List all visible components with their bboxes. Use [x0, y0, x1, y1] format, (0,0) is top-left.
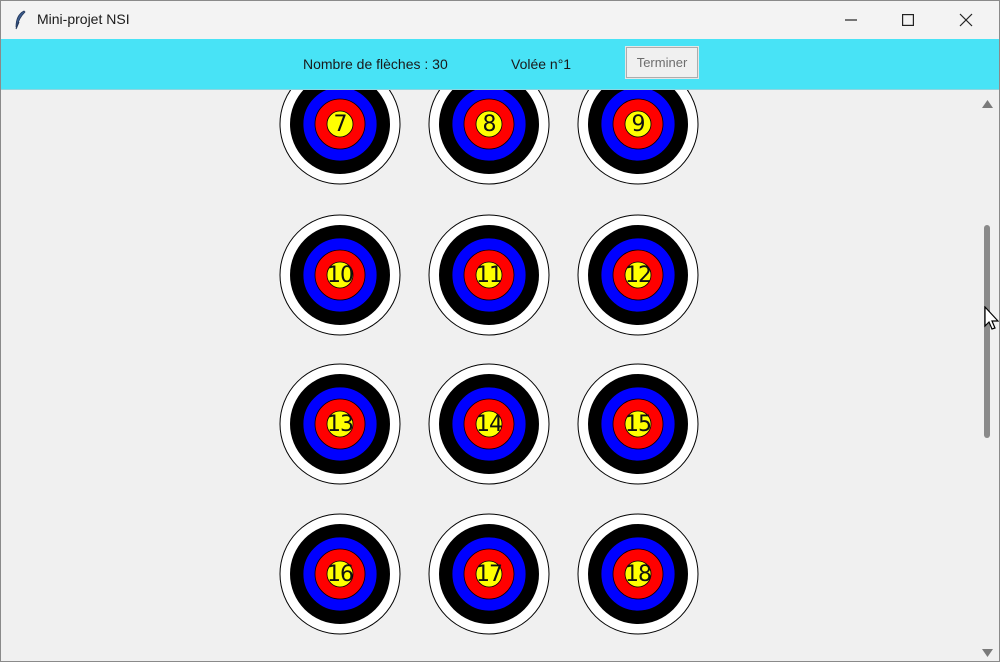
target-number-label: 8	[482, 111, 497, 137]
feather-icon	[13, 10, 27, 30]
close-button[interactable]	[943, 1, 989, 39]
volley-label: Volée n°1	[511, 56, 572, 72]
target-number-label: 12	[625, 262, 652, 288]
arrow-count-label: Nombre de flèches : 30	[303, 56, 448, 72]
target-number-label: 18	[625, 561, 652, 587]
archery-target[interactable]: 9	[577, 90, 699, 185]
maximize-icon	[902, 14, 914, 26]
vertical-scrollbar[interactable]	[977, 90, 999, 661]
archery-target[interactable]: 16	[279, 513, 401, 635]
target-number-label: 11	[476, 262, 503, 288]
target-number-label: 17	[476, 561, 503, 587]
scroll-up-arrow-icon[interactable]	[982, 95, 993, 113]
archery-target[interactable]: 10	[279, 214, 401, 336]
archery-target[interactable]: 11	[428, 214, 550, 336]
toolbar: Nombre de flèches : 30 Volée n°1 Termine…	[1, 39, 999, 90]
archery-target[interactable]: 8	[428, 90, 550, 185]
archery-target[interactable]: 13	[279, 363, 401, 485]
target-number-label: 13	[327, 411, 354, 437]
app-window: Mini-projet NSI Nombre de flèches : 30 V…	[0, 0, 1000, 662]
target-number-label: 15	[625, 411, 652, 437]
archery-target[interactable]: 18	[577, 513, 699, 635]
maximize-button[interactable]	[885, 1, 931, 39]
target-number-label: 7	[333, 111, 348, 137]
target-number-label: 10	[327, 262, 354, 288]
targets-canvas[interactable]: 7 8 9 10 11 12 13 14 15 16 17 18	[1, 90, 977, 661]
archery-target[interactable]: 7	[279, 90, 401, 185]
archery-target[interactable]: 14	[428, 363, 550, 485]
target-number-label: 9	[631, 111, 646, 137]
minimize-button[interactable]	[828, 1, 874, 39]
archery-target[interactable]: 15	[577, 363, 699, 485]
archery-target[interactable]: 12	[577, 214, 699, 336]
scroll-down-arrow-icon[interactable]	[982, 644, 993, 661]
archery-target[interactable]: 17	[428, 513, 550, 635]
title-bar[interactable]: Mini-projet NSI	[1, 1, 999, 39]
target-number-label: 16	[327, 561, 354, 587]
minimize-icon	[845, 14, 857, 26]
window-title: Mini-projet NSI	[37, 11, 130, 27]
target-number-label: 14	[476, 411, 503, 437]
mouse-cursor-icon	[984, 305, 999, 335]
finish-button[interactable]: Terminer	[625, 46, 699, 79]
close-icon	[959, 13, 973, 27]
